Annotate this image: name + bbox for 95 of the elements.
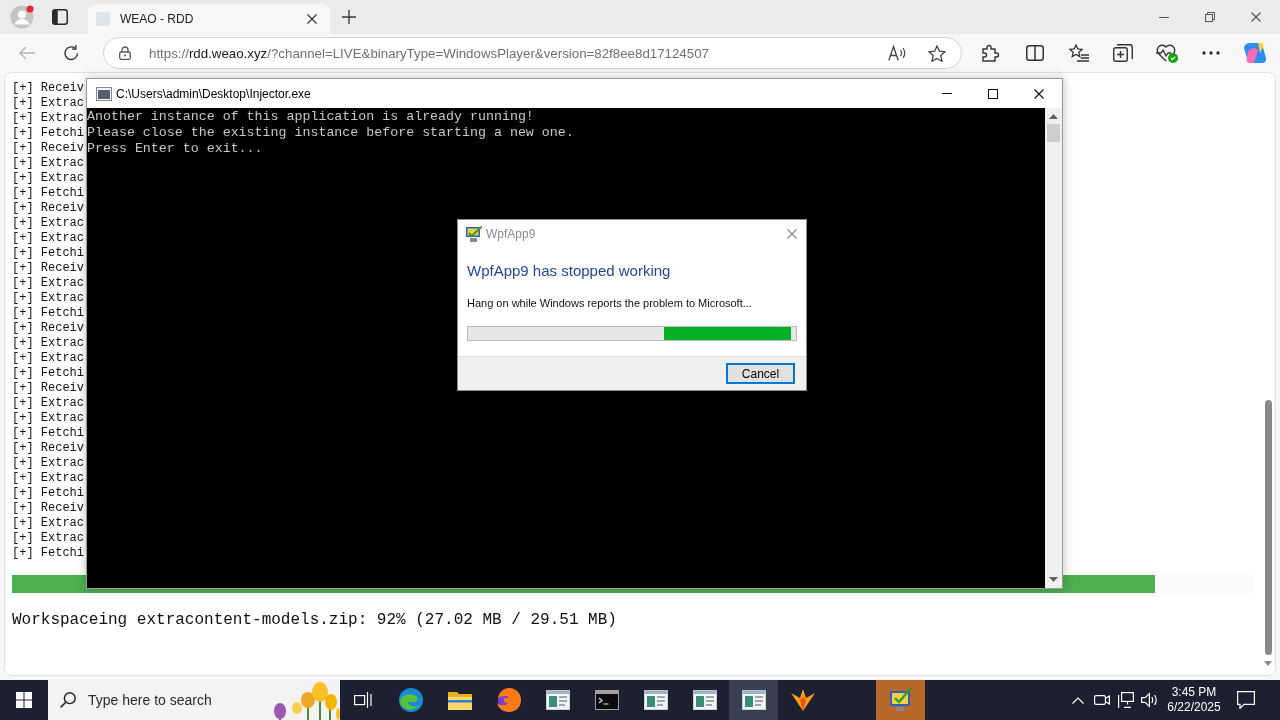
maximize-icon[interactable]	[988, 88, 998, 99]
collections-icon[interactable]	[1113, 44, 1133, 62]
log-line: [+] Fetchi	[12, 546, 84, 561]
task-view-icon[interactable]	[354, 692, 372, 708]
bird-icon	[790, 689, 815, 711]
log-line: [+] Fetchi	[12, 306, 84, 321]
log-line: [+] Extrac	[12, 456, 84, 471]
scroll-down-arrow-icon[interactable]	[1049, 577, 1058, 582]
close-icon[interactable]	[1251, 12, 1261, 22]
log-line: [+] Extrac	[12, 396, 84, 411]
log-line: [+] Fetchi	[12, 366, 84, 381]
log-line: [+] Extrac	[12, 231, 84, 246]
log-line: [+] Receiv	[12, 501, 84, 516]
console-app-icon	[96, 86, 112, 101]
status-text: Workspaceing extracontent-models.zip: 92% (27.02 MB / 29.51 MB)	[12, 610, 617, 630]
network-icon[interactable]	[1118, 692, 1134, 708]
more-icon[interactable]	[1202, 51, 1220, 55]
clock-date: 6/22/2025	[1167, 700, 1221, 715]
log-line: [+] Fetchi	[12, 486, 84, 501]
log-line: [+] Extrac	[12, 96, 84, 111]
log-line: [+] Extrac	[12, 411, 84, 426]
log-line: [+] Extrac	[12, 156, 84, 171]
search-field[interactable]: Type here to search	[88, 692, 238, 708]
log-line: [+] Receiv	[12, 201, 84, 216]
log-line: [+] Extrac	[12, 291, 84, 306]
log-line: [+] Receiv	[12, 141, 84, 156]
log-line: [+] Fetchi	[12, 186, 84, 201]
notifications-icon[interactable]	[1237, 691, 1255, 709]
search-bar[interactable]: Type here to search	[48, 680, 340, 720]
camera-icon[interactable]	[1094, 693, 1110, 707]
dialog-button[interactable]: Cancel	[726, 363, 795, 384]
window-icon	[741, 690, 766, 710]
plus-icon[interactable]	[342, 10, 356, 24]
lock-icon[interactable]	[119, 46, 131, 60]
chevron-up-icon[interactable]	[1072, 696, 1084, 704]
log-line: [+] Extrac	[12, 276, 84, 291]
search-icon	[60, 692, 76, 708]
restore-icon[interactable]	[1205, 12, 1215, 22]
fox-icon	[496, 688, 521, 712]
monitor-icon	[888, 688, 913, 712]
star-icon[interactable]	[928, 44, 946, 62]
log-line: [+] Fetchi	[12, 426, 84, 441]
scrollbar-thumb[interactable]	[1047, 124, 1060, 142]
address-bar[interactable]: https://rdd.weao.xyz/?channel=LIVE&binaryType=WindowsPlayer&version=82f8ee8d17124507	[103, 37, 962, 69]
log-line: [+] Receiv	[12, 381, 84, 396]
console-line: Press Enter to exit...	[87, 141, 263, 157]
log-line: [+] Receiv	[12, 81, 84, 96]
dialog-message: Hang on while Windows reports the problem to Microsoft...	[467, 296, 752, 310]
log-line: [+] Fetchi	[12, 246, 84, 261]
scrollbar-thumb[interactable]	[1264, 400, 1272, 655]
log-line: [+] Extrac	[12, 516, 84, 531]
folder-icon	[447, 690, 472, 710]
window-icon	[643, 690, 668, 710]
log-line: [+] Receiv	[12, 321, 84, 336]
window-icon	[692, 690, 717, 710]
puzzle-icon[interactable]	[982, 44, 1000, 62]
close-icon[interactable]	[1034, 88, 1044, 99]
refresh-icon[interactable]	[63, 45, 79, 61]
clock-time: 3:45 PM	[1171, 685, 1217, 700]
log-line: [+] Extrac	[12, 531, 84, 546]
log-line: [+] Extrac	[12, 351, 84, 366]
avatar-icon[interactable]	[10, 5, 34, 29]
terminal-icon	[594, 690, 619, 710]
page-icon	[96, 12, 110, 26]
window-icon	[545, 690, 570, 710]
log-line: [+] Extrac	[12, 336, 84, 351]
tab-actions-icon[interactable]	[52, 9, 68, 25]
log-line: [+] Extrac	[12, 216, 84, 231]
swirl-icon	[398, 688, 423, 712]
log-line: [+] Fetchi	[12, 126, 84, 141]
read-aloud-icon[interactable]	[888, 45, 906, 61]
log-line: [+] Extrac	[12, 471, 84, 486]
log-line: [+] Extrac	[12, 171, 84, 186]
browser-tab[interactable]: WEAO - RDD	[88, 4, 330, 34]
split-screen-icon[interactable]	[1026, 45, 1044, 61]
taskbar-button[interactable]	[729, 680, 778, 720]
close-icon[interactable]	[307, 14, 317, 24]
speaker-icon[interactable]	[1141, 692, 1159, 708]
minimize-icon[interactable]	[1159, 16, 1169, 18]
dialog-heading: WpfApp9 has stopped working	[467, 261, 671, 281]
console-line: Another instance of this application is already running!	[87, 109, 534, 125]
log-line: [+] Receiv	[12, 261, 84, 276]
heart-pulse-icon[interactable]	[1156, 43, 1178, 63]
app-icon	[466, 226, 482, 242]
scroll-up-arrow-icon[interactable]	[1049, 114, 1058, 119]
console-line: Please close the existing instance before starting a new one.	[87, 125, 574, 141]
log-line: [+] Extrac	[12, 111, 84, 126]
windows-logo-icon[interactable]	[16, 692, 32, 708]
logo-icon[interactable]	[1244, 42, 1266, 64]
dialog-title: WpfApp9	[486, 227, 536, 241]
scroll-down-arrow-icon[interactable]	[1264, 661, 1272, 666]
url-text: https://rdd.weao.xyz/?channel=LIVE&binaryType=WindowsPlayer&version=82f8ee8d17124507	[149, 45, 710, 61]
window-title: C:\Users\admin\Desktop\Injector.exe	[116, 86, 311, 101]
log-line: [+] Receiv	[12, 441, 84, 456]
favorites-icon[interactable]	[1069, 44, 1089, 62]
